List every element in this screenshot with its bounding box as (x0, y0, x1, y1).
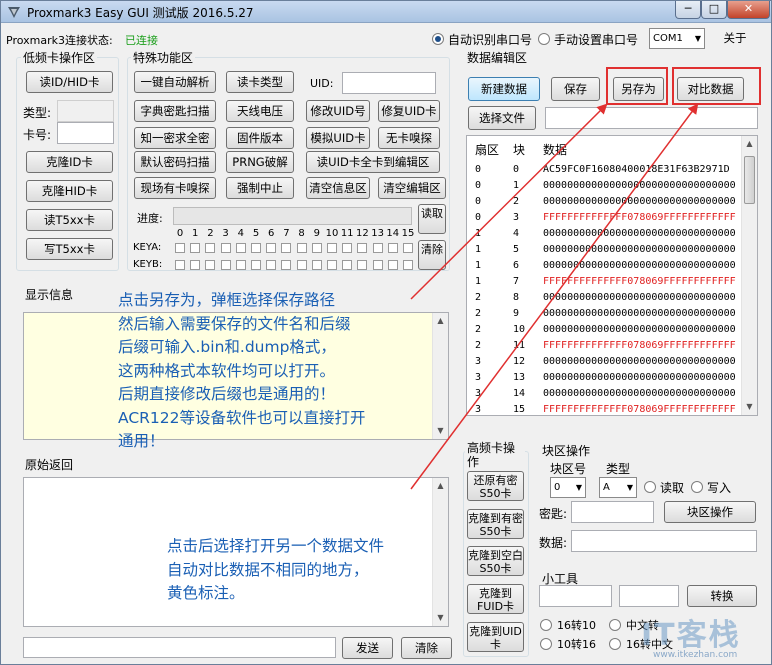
compare-arrow (410, 103, 699, 490)
app-window: Proxmark3 Easy GUI 测试版 2016.5.27 ─ □ ✕ P… (0, 0, 772, 665)
save-as-arrow (410, 103, 608, 300)
watermark-logo: IT客栈 (641, 618, 741, 653)
watermark-url: www.itkezhan.com (653, 650, 738, 660)
annotation-arrows (410, 103, 699, 490)
